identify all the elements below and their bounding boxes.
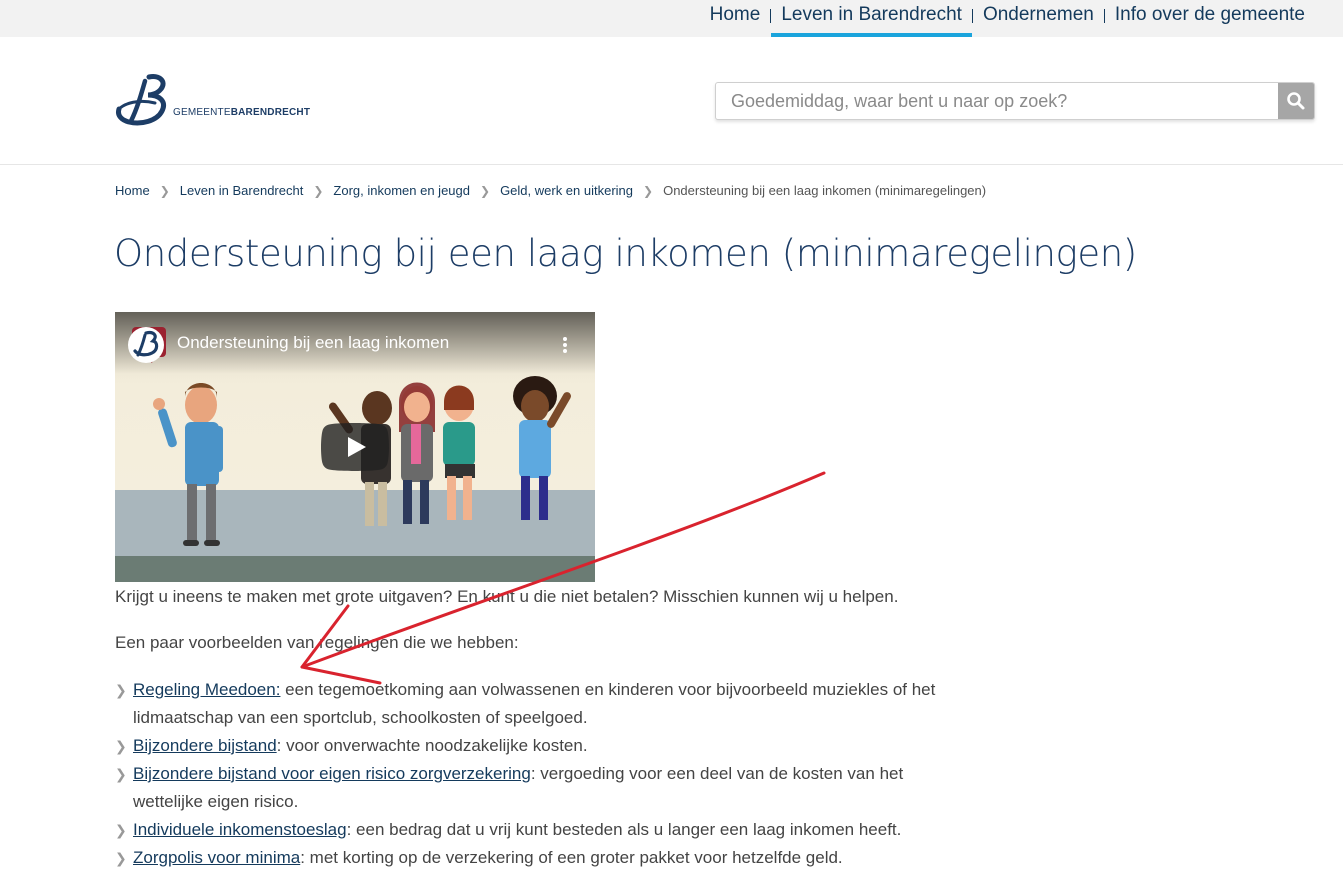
chevron-right-icon: ❯ xyxy=(115,822,127,838)
link-zorgpolis-voor-minima[interactable]: Zorgpolis voor minima xyxy=(133,848,300,867)
search-bar xyxy=(715,82,1315,120)
chevron-right-icon: ❯ xyxy=(115,850,127,866)
top-navigation-bar: Home Leven in Barendrecht Ondernemen Inf… xyxy=(0,0,1343,37)
list-item: ❯ Regeling Meedoen: een tegemoetkoming a… xyxy=(115,676,975,732)
logo-text-gemeente: GEMEENTE xyxy=(173,106,231,118)
play-button-icon[interactable] xyxy=(321,423,389,471)
topnav-info-over-de-gemeente[interactable]: Info over de gemeente xyxy=(1105,0,1315,37)
topnav-ondernemen[interactable]: Ondernemen xyxy=(973,0,1104,37)
more-options-icon[interactable] xyxy=(562,336,568,354)
breadcrumb-zorg-inkomen-jeugd[interactable]: Zorg, inkomen en jeugd xyxy=(333,183,470,198)
list-item: ❯ Bijzondere bijstand: voor onverwachte … xyxy=(115,732,975,760)
search-input[interactable] xyxy=(716,83,1276,119)
list-item: ❯ Individuele inkomenstoeslag: een bedra… xyxy=(115,816,975,844)
search-icon xyxy=(1287,92,1305,110)
logo-text-barendrecht: BARENDRECHT xyxy=(230,106,311,118)
list-item-text-continued: wettelijke eigen risico. xyxy=(133,792,299,811)
logo-wordmark: GEMEENTEBARENDRECHT xyxy=(173,107,310,118)
chevron-right-icon: ❯ xyxy=(643,183,654,198)
channel-avatar-icon[interactable] xyxy=(126,325,166,365)
list-item-text: een tegemoetkoming aan volwassenen en ki… xyxy=(280,680,936,699)
link-individuele-inkomenstoeslag[interactable]: Individuele inkomenstoeslag xyxy=(133,820,347,839)
top-nav: Home Leven in Barendrecht Ondernemen Inf… xyxy=(700,0,1315,37)
chevron-right-icon: ❯ xyxy=(480,183,491,198)
list-item: ❯ Bijzondere bijstand voor eigen risico … xyxy=(115,760,975,816)
regelingen-list: ❯ Regeling Meedoen: een tegemoetkoming a… xyxy=(115,676,975,872)
cartoon-man-figure xyxy=(153,383,223,546)
list-item: ❯ Zorgpolis voor minima: met korting op … xyxy=(115,844,975,872)
barendrecht-b-logo-icon xyxy=(116,74,166,126)
chevron-right-icon: ❯ xyxy=(115,766,127,782)
video-title[interactable]: Ondersteuning bij een laag inkomen xyxy=(177,333,449,353)
topnav-leven-in-barendrecht[interactable]: Leven in Barendrecht xyxy=(771,0,972,37)
link-bijzondere-bijstand[interactable]: Bijzondere bijstand xyxy=(133,736,277,755)
chevron-right-icon: ❯ xyxy=(115,738,127,754)
breadcrumb-current: Ondersteuning bij een laag inkomen (mini… xyxy=(663,183,987,198)
breadcrumb-home[interactable]: Home xyxy=(115,183,150,198)
list-item-text: : vergoeding voor een deel van de kosten… xyxy=(530,764,904,783)
breadcrumb: Home ❯ Leven in Barendrecht ❯ Zorg, inko… xyxy=(115,183,986,198)
chevron-right-icon: ❯ xyxy=(115,682,127,698)
link-regeling-meedoen[interactable]: Regeling Meedoen: xyxy=(133,680,280,699)
site-logo[interactable]: GEMEENTEBARENDRECHT xyxy=(115,73,325,129)
breadcrumb-geld-werk-uitkering[interactable]: Geld, werk en uitkering xyxy=(500,183,633,198)
intro-paragraph: Krijgt u ineens te maken met grote uitga… xyxy=(115,587,899,606)
site-header: GEMEENTEBARENDRECHT xyxy=(0,37,1343,165)
chevron-right-icon: ❯ xyxy=(313,183,324,198)
chevron-right-icon: ❯ xyxy=(159,183,170,198)
list-item-text: : voor onverwachte noodzakelijke kosten. xyxy=(276,736,588,755)
breadcrumb-leven-in-barendrecht[interactable]: Leven in Barendrecht xyxy=(180,183,304,198)
link-bijzondere-bijstand-eigen-risico[interactable]: Bijzondere bijstand voor eigen risico zo… xyxy=(133,764,531,783)
examples-intro-paragraph: Een paar voorbeelden van regelingen die … xyxy=(115,633,519,652)
list-item-text: : met korting op de verzekering of een g… xyxy=(300,848,843,867)
list-item-text-continued: lidmaatschap van een sportclub, schoolko… xyxy=(133,708,588,727)
list-item-text: : een bedrag dat u vrij kunt besteden al… xyxy=(346,820,902,839)
page-title: Ondersteuning bij een laag inkomen (mini… xyxy=(114,232,1137,275)
search-button[interactable] xyxy=(1278,83,1314,119)
topnav-home[interactable]: Home xyxy=(700,0,771,37)
video-player[interactable]: Ondersteuning bij een laag inkomen xyxy=(115,312,595,582)
